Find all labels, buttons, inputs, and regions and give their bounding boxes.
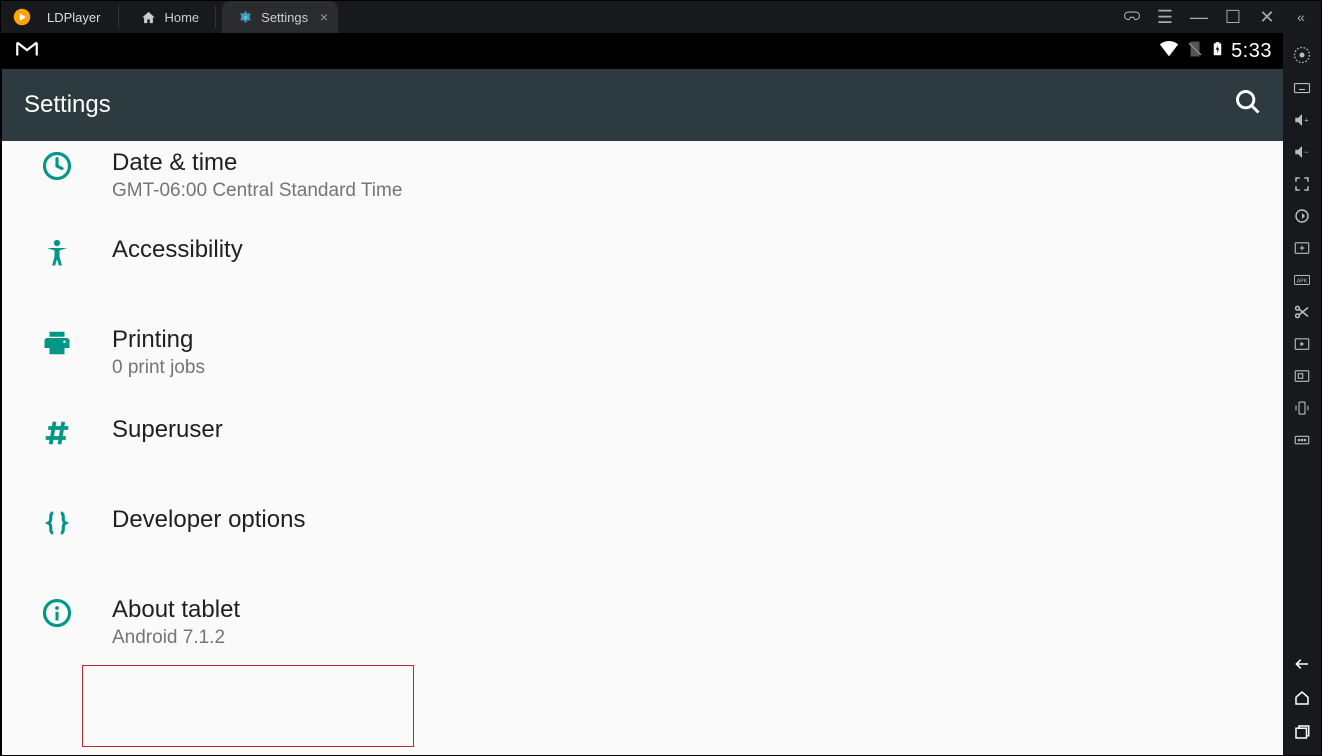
clock-icon: [2, 147, 112, 181]
settings-item-superuser[interactable]: Superuser: [2, 398, 1284, 488]
ldplayer-logo-icon: [1, 1, 43, 33]
settings-list: Date & time GMT-06:00 Central Standard T…: [2, 141, 1284, 755]
menu-icon[interactable]: ☰: [1155, 7, 1175, 28]
svg-text:APK: APK: [1297, 278, 1308, 284]
close-icon[interactable]: ×: [320, 9, 328, 25]
tab-home-label: Home: [164, 10, 199, 25]
titlebar: LDPlayer Home Settings × ☰ — ☐ ✕ «: [1, 1, 1321, 33]
item-title: Superuser: [112, 414, 1284, 445]
tab-home[interactable]: Home: [125, 6, 216, 28]
tab-settings-label: Settings: [261, 10, 308, 25]
svg-text:−: −: [1304, 147, 1309, 156]
nav-recent-icon[interactable]: [1291, 723, 1313, 741]
more-icon[interactable]: [1283, 431, 1321, 449]
minimize-icon[interactable]: —: [1189, 7, 1209, 28]
android-statusbar: 5:33: [2, 33, 1284, 69]
no-sim-icon: [1186, 38, 1204, 65]
settings-item-developer-options[interactable]: Developer options: [2, 488, 1284, 578]
nav-home-icon[interactable]: [1291, 689, 1313, 707]
settings-item-date-time[interactable]: Date & time GMT-06:00 Central Standard T…: [2, 141, 1284, 218]
shake-icon[interactable]: [1283, 399, 1321, 417]
wifi-icon: [1158, 38, 1180, 65]
settings-item-printing[interactable]: Printing 0 print jobs: [2, 308, 1284, 398]
item-title: Developer options: [112, 504, 1284, 535]
add-window-icon[interactable]: [1283, 239, 1321, 257]
item-subtitle: Android 7.1.2: [112, 627, 1284, 649]
gmail-icon: [14, 36, 40, 67]
window-controls: ☰ — ☐ ✕ «: [1121, 6, 1321, 29]
item-title: Accessibility: [112, 234, 1284, 265]
volume-down-icon[interactable]: −: [1283, 143, 1321, 161]
sync-icon[interactable]: [1283, 207, 1321, 225]
info-icon: [2, 594, 112, 628]
video-icon[interactable]: [1283, 335, 1321, 353]
search-icon[interactable]: [1234, 88, 1262, 123]
settings-header: Settings: [2, 69, 1284, 141]
hash-icon: [2, 414, 112, 448]
nav-back-icon[interactable]: [1291, 655, 1313, 673]
screenshot-icon[interactable]: [1283, 367, 1321, 385]
settings-item-about-tablet[interactable]: About tablet Android 7.1.2: [2, 578, 1284, 668]
item-subtitle: 0 print jobs: [112, 357, 1284, 379]
status-clock: 5:33: [1231, 40, 1272, 63]
app-name: LDPlayer: [43, 6, 119, 28]
printer-icon: [2, 324, 112, 358]
accessibility-icon: [2, 234, 112, 268]
keyboard-icon[interactable]: [1283, 79, 1321, 97]
gamepad-icon[interactable]: [1121, 6, 1141, 29]
highlight-annotation: [82, 665, 414, 747]
settings-gear-icon[interactable]: [1283, 45, 1321, 65]
apk-icon[interactable]: APK: [1283, 271, 1321, 289]
close-window-icon[interactable]: ✕: [1257, 7, 1277, 28]
maximize-icon[interactable]: ☐: [1223, 7, 1243, 28]
svg-text:+: +: [1304, 115, 1309, 124]
page-title: Settings: [24, 91, 111, 119]
fullscreen-icon[interactable]: [1283, 175, 1321, 193]
volume-up-icon[interactable]: +: [1283, 111, 1321, 129]
item-subtitle: GMT-06:00 Central Standard Time: [112, 180, 1284, 202]
item-title: Date & time: [112, 147, 1284, 178]
item-title: About tablet: [112, 594, 1284, 625]
scissors-icon[interactable]: [1283, 303, 1321, 321]
settings-item-accessibility[interactable]: Accessibility: [2, 218, 1284, 308]
emulator-toolbar: + − APK: [1283, 33, 1321, 755]
item-title: Printing: [112, 324, 1284, 355]
collapse-sidebar-icon[interactable]: «: [1291, 9, 1311, 25]
braces-icon: [2, 504, 112, 538]
battery-charging-icon: [1210, 38, 1225, 65]
tab-settings[interactable]: Settings ×: [222, 1, 338, 33]
